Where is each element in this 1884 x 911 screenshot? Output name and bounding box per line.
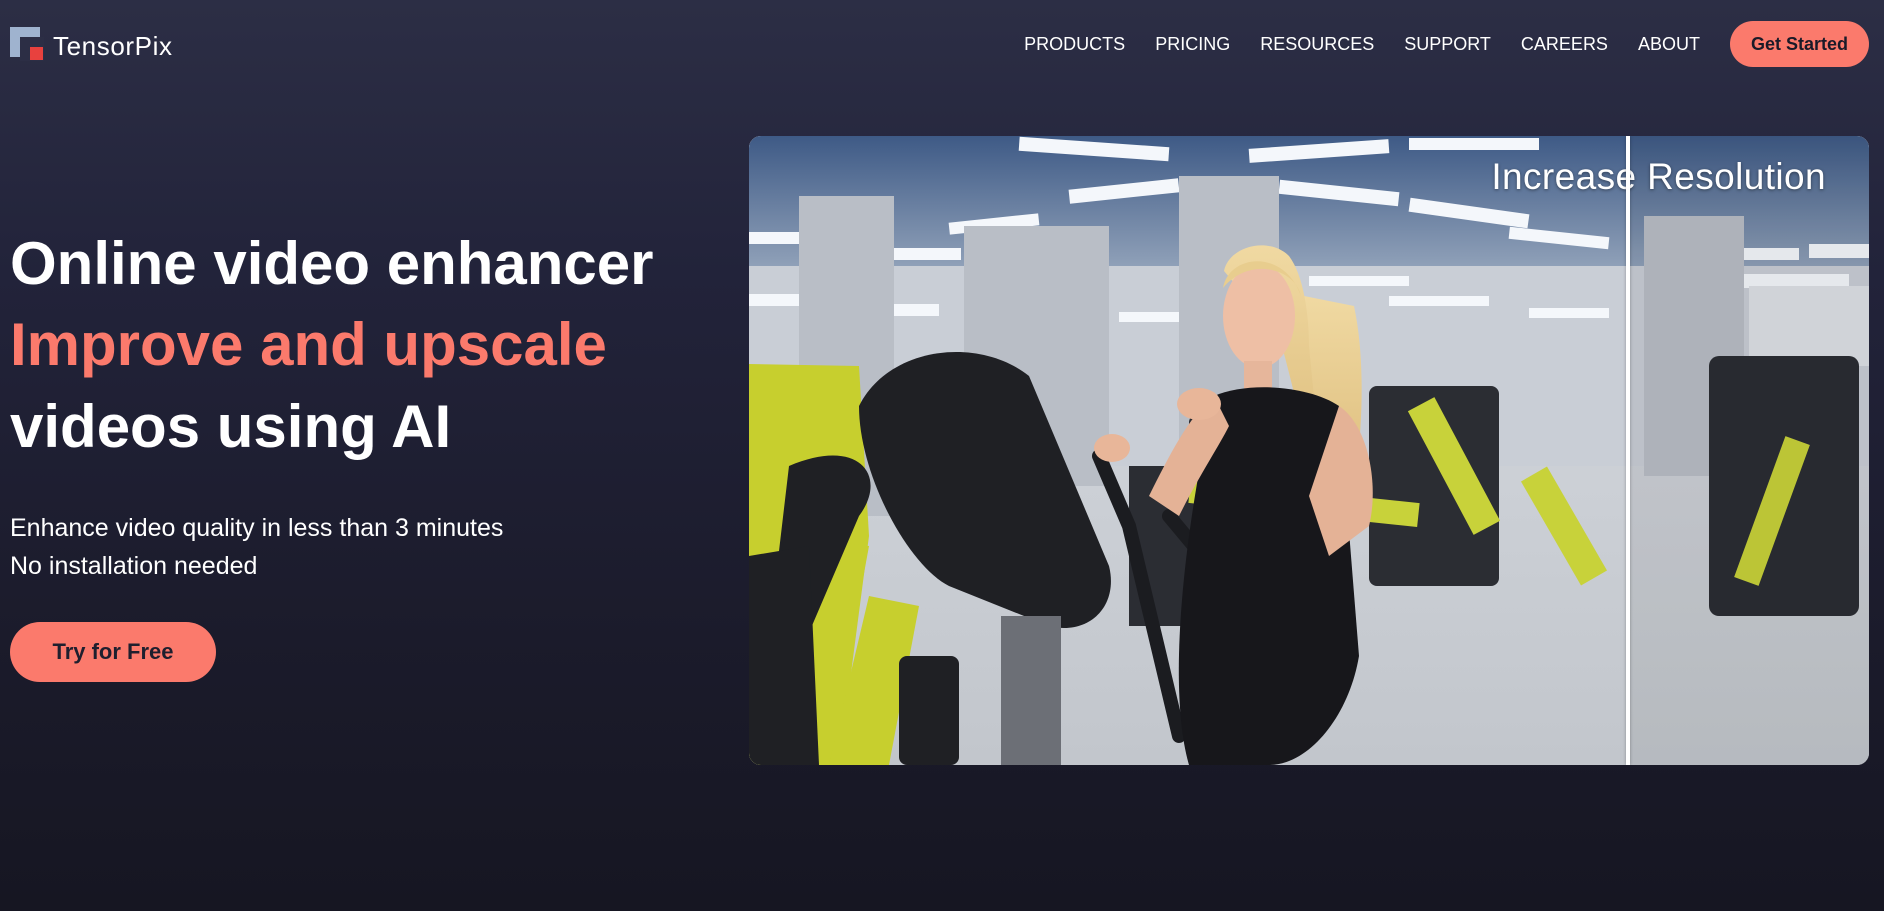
logo-mark-icon	[10, 27, 44, 61]
nav-support[interactable]: SUPPORT	[1404, 34, 1491, 55]
nav-products[interactable]: PRODUCTS	[1024, 34, 1125, 55]
site-header: TensorPix PRODUCTS PRICING RESOURCES SUP…	[0, 0, 1884, 88]
hero-title: Online video enhancer Improve and upscal…	[10, 225, 710, 467]
hero-subtitle-line-2: No installation needed	[10, 552, 258, 580]
video-comparison-preview[interactable]: Increase Resolution	[749, 136, 1869, 765]
brand-name: TensorPix	[53, 30, 173, 61]
hero-subtitle-line-1: Enhance video quality in less than 3 min…	[10, 514, 504, 542]
gym-scene-illustration	[749, 136, 1869, 765]
nav-careers[interactable]: CAREERS	[1521, 34, 1608, 55]
hero-section: Online video enhancer Improve and upscal…	[10, 225, 710, 585]
nav-resources[interactable]: RESOURCES	[1260, 34, 1374, 55]
preview-caption: Increase Resolution	[1491, 156, 1826, 197]
nav-pricing[interactable]: PRICING	[1155, 34, 1230, 55]
comparison-slider-handle[interactable]	[1626, 136, 1630, 765]
nav-about[interactable]: ABOUT	[1638, 34, 1700, 55]
hero-title-line-2: Improve and upscale	[10, 311, 607, 378]
main-nav: PRODUCTS PRICING RESOURCES SUPPORT CAREE…	[1024, 21, 1869, 67]
try-for-free-button[interactable]: Try for Free	[10, 622, 216, 682]
get-started-button[interactable]: Get Started	[1729, 21, 1869, 67]
hero-title-line-3: videos using AI	[10, 393, 452, 460]
hero-subtitle: Enhance video quality in less than 3 min…	[10, 509, 710, 585]
hero-title-line-1: Online video enhancer	[10, 230, 654, 297]
tensorpix-logo[interactable]: TensorPix	[10, 27, 173, 61]
